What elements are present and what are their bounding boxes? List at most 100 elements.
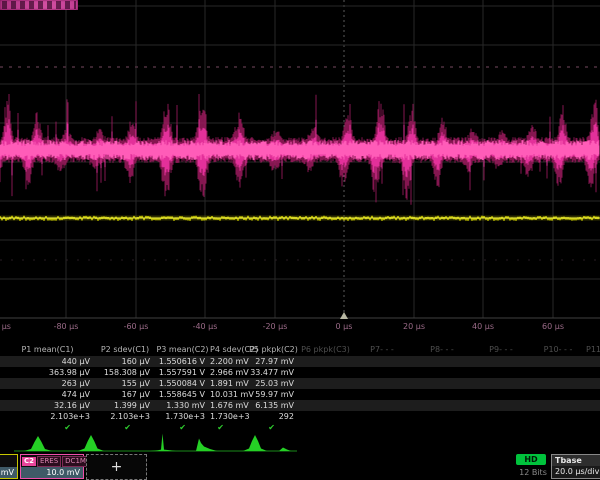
measurement-value — [530, 378, 586, 389]
measurement-value: 1.730e+3 — [155, 411, 210, 422]
measurement-value: 1.399 µV — [95, 400, 155, 411]
measurement-value: 474 µV — [0, 389, 95, 400]
measurement-value — [530, 389, 586, 400]
measurement-value: 440 µV — [0, 356, 95, 367]
histicon-p3[interactable] — [150, 434, 176, 452]
c1-scale: 10.0 mV — [0, 467, 17, 478]
measurement-value — [472, 356, 530, 367]
param-header[interactable]: P2 sdev(C1) — [95, 343, 155, 356]
param-header[interactable]: P4 sdev(C2) — [210, 343, 248, 356]
measurement-row: 32.16 µV1.399 µV1.330 mV1.676 mV6.135 mV — [0, 400, 600, 411]
trace-c1 — [0, 216, 600, 221]
measurement-value — [412, 367, 472, 378]
measurement-value — [299, 356, 352, 367]
waveform-grid — [0, 0, 600, 340]
tbase-value: 20.0 µs/div — [552, 466, 600, 478]
oscilloscope-screen: -100 µs-80 µs-60 µs-40 µs-20 µs0 µs20 µs… — [0, 0, 600, 480]
measurement-value — [530, 400, 586, 411]
measurement-value — [352, 367, 412, 378]
measurement-value — [412, 356, 472, 367]
measurement-value — [412, 400, 472, 411]
channel-badge-c2: C2 — [22, 457, 36, 466]
param-header[interactable]: P1 mean(C1) — [0, 343, 95, 356]
measurement-value: 1.558645 V — [155, 389, 210, 400]
measurement-value — [472, 400, 530, 411]
param-header[interactable]: P6 pkpk(C3) — [299, 343, 352, 356]
measurement-value — [586, 389, 600, 400]
tick-label: 40 µs — [460, 321, 506, 332]
measurement-table: P1 mean(C1)P2 sdev(C1)P3 mean(C2)P4 sdev… — [0, 343, 600, 433]
param-header[interactable]: P8- - - — [412, 343, 472, 356]
param-header[interactable]: P7- - - — [352, 343, 412, 356]
measurement-value: 1.330 mV — [155, 400, 210, 411]
measurement-row: 2.103e+32.103e+31.730e+31.730e+3292 — [0, 411, 600, 422]
histicons — [0, 429, 600, 453]
tick-label: -60 µs — [113, 321, 159, 332]
measurement-value: 1.676 mV — [210, 400, 248, 411]
measurement-value: 2.103e+3 — [95, 411, 155, 422]
measurement-value — [586, 378, 600, 389]
histicon-p5-tail — [279, 448, 291, 452]
trace-c2 — [0, 94, 599, 205]
eres-badge: ERES — [37, 456, 61, 467]
measurement-value: 33.477 mV — [248, 367, 299, 378]
measurement-value: 1.891 mV — [210, 378, 248, 389]
param-header[interactable]: P11 — [586, 343, 600, 356]
tick-label: -20 µs — [252, 321, 298, 332]
time-axis: -100 µs-80 µs-60 µs-40 µs-20 µs0 µs20 µs… — [0, 321, 600, 332]
c2-scale: 10.0 mV — [21, 467, 83, 478]
measurement-value — [586, 367, 600, 378]
tick-label: 0 µs — [321, 321, 367, 332]
measurement-value — [472, 411, 530, 422]
measurement-value — [412, 389, 472, 400]
param-header[interactable]: P10- - - — [530, 343, 586, 356]
tick-label: 20 µs — [391, 321, 437, 332]
param-header[interactable]: P5 pkpk(C2) — [248, 343, 299, 356]
measurement-value: 167 µV — [95, 389, 155, 400]
measurement-value: 25.03 mV — [248, 378, 299, 389]
histicon-p1[interactable] — [24, 436, 52, 451]
measurement-value — [299, 367, 352, 378]
measurement-value — [586, 356, 600, 367]
measurement-value: 1.550084 V — [155, 378, 210, 389]
measurement-row: 363.98 µV158.308 µV1.557591 V2.966 mV33.… — [0, 367, 600, 378]
measurement-value — [352, 389, 412, 400]
flag-marks — [2, 1, 76, 9]
tick-label: -80 µs — [43, 321, 89, 332]
histicon-p5[interactable] — [243, 435, 267, 451]
trigger-marker[interactable] — [340, 312, 348, 319]
measurement-value: 2.103e+3 — [0, 411, 95, 422]
measurement-value: 1.557591 V — [155, 367, 210, 378]
measurement-value: 10.031 mV — [210, 389, 248, 400]
measurement-value — [530, 411, 586, 422]
hd-badge[interactable]: HD — [516, 454, 546, 465]
tbase-box[interactable]: Tbase 20.0 µs/div — [551, 454, 600, 479]
measurement-value — [352, 356, 412, 367]
measurement-value: 292 — [248, 411, 299, 422]
tick-label: 60 µs — [530, 321, 576, 332]
coupling-badge-c2: DC1M — [62, 456, 89, 467]
param-header[interactable]: P9- - - — [472, 343, 530, 356]
channel-box-c1[interactable]: C1 DC1M 10.0 mV — [0, 454, 18, 479]
measurement-value — [352, 400, 412, 411]
measurement-value: 160 µV — [95, 356, 155, 367]
add-trace-button[interactable]: + — [86, 454, 147, 480]
param-header[interactable]: P3 mean(C2) — [155, 343, 210, 356]
measurement-value — [586, 400, 600, 411]
tbase-label: Tbase — [552, 455, 600, 466]
measurement-value — [412, 378, 472, 389]
measurement-value — [352, 378, 412, 389]
measurement-value — [412, 411, 472, 422]
channel-box-c2[interactable]: C2 ERES DC1M 10.0 mV — [20, 454, 84, 479]
measurement-value — [299, 378, 352, 389]
measurement-value: 363.98 µV — [0, 367, 95, 378]
histicon-p2[interactable] — [78, 435, 104, 451]
measurement-value: 59.97 mV — [248, 389, 299, 400]
measurement-row: 263 µV155 µV1.550084 V1.891 mV25.03 mV — [0, 378, 600, 389]
histicon-p4[interactable] — [196, 439, 217, 452]
measurement-value: 1.550616 V — [155, 356, 210, 367]
top-left-flag — [0, 0, 78, 10]
measurement-value — [472, 389, 530, 400]
measurement-value: 27.97 mV — [248, 356, 299, 367]
measurement-value: 2.200 mV — [210, 356, 248, 367]
